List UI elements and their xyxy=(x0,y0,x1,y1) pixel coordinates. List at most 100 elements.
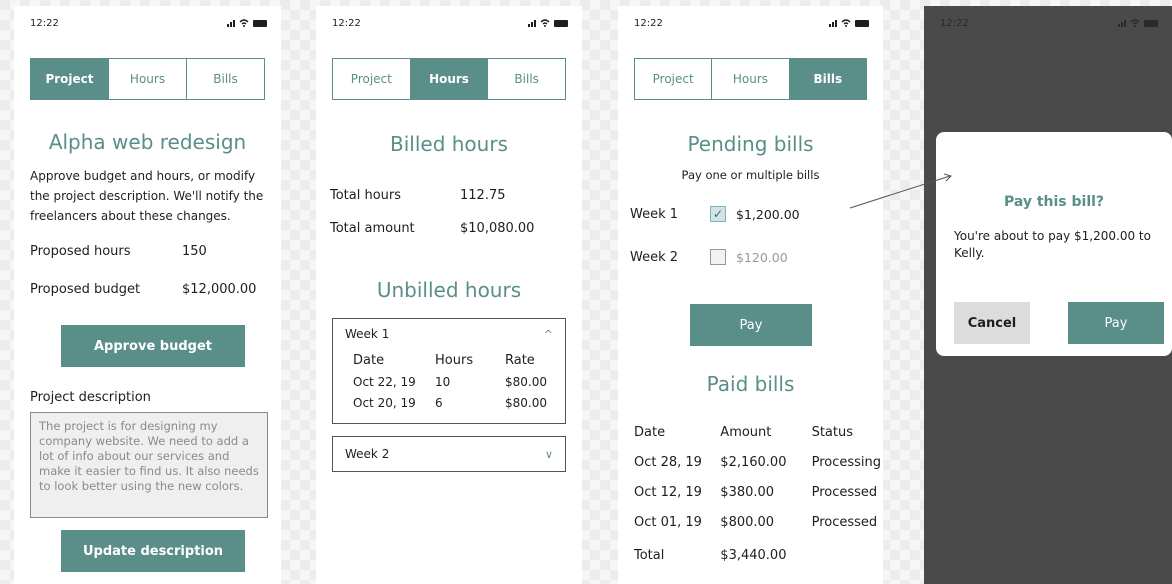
week2-label: Week 2 xyxy=(345,447,390,461)
tab-bills[interactable]: Bills xyxy=(788,59,866,99)
intro-text: Approve budget and hours, or modify the … xyxy=(30,169,264,223)
tab-bills[interactable]: Bills xyxy=(186,59,264,99)
status-time: 12:22 xyxy=(634,18,663,29)
tab-project[interactable]: Project xyxy=(635,59,712,99)
cancel-button[interactable]: Cancel xyxy=(954,302,1030,344)
total-hours-label: Total hours xyxy=(330,188,402,203)
unbilled-hours-title: Unbilled hours xyxy=(376,278,522,302)
week1-header[interactable]: Week 1 ^ xyxy=(333,319,565,349)
confirm-pay-button[interactable]: Pay xyxy=(1068,302,1164,344)
column-header-rate: Rate xyxy=(505,352,535,368)
total-amount-value: $10,080.00 xyxy=(460,221,535,236)
flow-arrow-icon xyxy=(849,173,952,209)
dialog-message: You're about to pay $1,200.00 to Kelly. xyxy=(954,229,1151,260)
battery-icon xyxy=(253,20,267,27)
total-label: Total xyxy=(634,547,665,563)
column-header-status: Status xyxy=(811,424,854,440)
total-amount-label: Total amount xyxy=(330,221,415,236)
week2-header[interactable]: Week 2 ∨ xyxy=(333,437,565,471)
bill-week2-row: Week 2 $120.00 xyxy=(630,249,788,265)
wifi-icon xyxy=(540,19,550,27)
chevron-down-icon[interactable]: ∨ xyxy=(545,448,553,461)
tab-project[interactable]: Project xyxy=(31,59,108,99)
status-time: 12:22 xyxy=(332,18,361,29)
tab-hours[interactable]: Hours xyxy=(711,59,789,99)
row-date: Oct 28, 19 xyxy=(634,454,702,470)
wifi-icon xyxy=(239,19,249,27)
column-header-hours: Hours xyxy=(435,352,474,368)
row-status: Processing xyxy=(811,454,881,470)
pay-button[interactable]: Pay xyxy=(690,304,812,346)
proposed-budget-value: $12,000.00 xyxy=(182,282,257,297)
signal-icon xyxy=(528,19,536,27)
billed-hours-title: Billed hours xyxy=(390,132,508,156)
tab-bar: Project Hours Bills xyxy=(634,58,867,100)
tab-project[interactable]: Project xyxy=(333,59,410,99)
screen-bills: 12:22 Project Hours Bills Pending bills … xyxy=(618,6,883,584)
screen-project: 12:22 Project Hours Bills Alpha web rede… xyxy=(14,6,281,584)
column-header-amount: Amount xyxy=(720,424,772,440)
row-status: Processed xyxy=(811,514,878,530)
battery-icon xyxy=(554,20,568,27)
tab-bar: Project Hours Bills xyxy=(332,58,566,100)
row-hours: 6 xyxy=(435,395,443,410)
bill-week2-label: Week 2 xyxy=(630,249,679,265)
approve-budget-button[interactable]: Approve budget xyxy=(61,325,245,367)
battery-icon xyxy=(855,20,869,27)
description-textarea[interactable]: The project is for designing my company … xyxy=(30,412,268,518)
paid-bills-title: Paid bills xyxy=(706,372,795,396)
screen-hours: 12:22 Project Hours Bills Billed hours T… xyxy=(316,6,582,584)
tab-bills[interactable]: Bills xyxy=(487,59,566,99)
table-row: Oct 01, 19 $800.00 Processed xyxy=(634,508,881,536)
table-row: Oct 28, 19 $2,160.00 Processing xyxy=(634,448,881,476)
total-amount-row: Total amount $10,080.00 xyxy=(330,221,534,236)
paid-bills-table: Date Amount Status Oct 28, 19 $2,160.00 … xyxy=(632,416,883,574)
total-hours-value: 112.75 xyxy=(460,188,506,203)
row-hours: 10 xyxy=(435,374,451,389)
row-date: Oct 01, 19 xyxy=(634,514,702,530)
week1-label: Week 1 xyxy=(345,327,390,341)
table-header-row: Date Amount Status xyxy=(634,418,881,446)
signal-icon xyxy=(829,19,837,27)
signal-icon xyxy=(1118,19,1126,27)
pay-dialog: Pay this bill? You're about to pay $1,20… xyxy=(936,132,1172,356)
proposed-hours-value: 150 xyxy=(182,244,207,259)
wifi-icon xyxy=(1130,19,1140,27)
row-amount: $2,160.00 xyxy=(720,454,787,470)
row-amount: $800.00 xyxy=(720,514,775,530)
status-time: 12:22 xyxy=(940,18,969,29)
status-icons xyxy=(829,19,869,27)
bill-week2-amount: $120.00 xyxy=(736,249,788,265)
column-header-date: Date xyxy=(353,352,385,368)
bill-week1-amount: $1,200.00 xyxy=(736,206,800,222)
proposed-budget-row: Proposed budget $12,000.00 xyxy=(30,282,256,297)
week2-accordion[interactable]: Week 2 ∨ xyxy=(332,436,566,472)
week1-accordion: Week 1 ^ Date Hours Rate Oct 22, 19 10 $… xyxy=(332,318,566,424)
bill-week1-row: Week 1 ✓ $1,200.00 xyxy=(630,206,800,222)
status-bar: 12:22 xyxy=(940,18,1158,32)
screen-pay-dialog: 12:22 Pay this bill? You're about to pay… xyxy=(924,6,1172,584)
chevron-up-icon[interactable]: ^ xyxy=(544,328,553,341)
row-rate: $80.00 xyxy=(505,374,547,389)
row-rate: $80.00 xyxy=(505,395,547,410)
total-row: Total $3,440.00 xyxy=(634,538,881,572)
checkbox-unchecked-icon[interactable] xyxy=(710,249,726,265)
proposed-hours-label: Proposed hours xyxy=(30,244,131,259)
tab-bar: Project Hours Bills xyxy=(30,58,265,100)
signal-icon xyxy=(227,19,235,27)
table-header-row: Date Hours Rate xyxy=(353,349,555,371)
total-empty-cell xyxy=(812,538,881,572)
row-status: Processed xyxy=(811,484,878,500)
update-description-button[interactable]: Update description xyxy=(61,530,245,572)
row-amount: $380.00 xyxy=(720,484,775,500)
row-date: Oct 22, 19 xyxy=(353,374,416,389)
total-value: $3,440.00 xyxy=(720,547,787,563)
tab-hours[interactable]: Hours xyxy=(409,59,488,99)
status-bar: 12:22 xyxy=(634,18,869,32)
page-title: Alpha web redesign xyxy=(48,130,247,154)
checkbox-checked-icon[interactable]: ✓ xyxy=(710,206,726,222)
battery-icon xyxy=(1144,20,1158,27)
tab-hours[interactable]: Hours xyxy=(108,59,186,99)
column-header-date: Date xyxy=(634,424,666,440)
total-hours-row: Total hours 112.75 xyxy=(330,188,506,203)
